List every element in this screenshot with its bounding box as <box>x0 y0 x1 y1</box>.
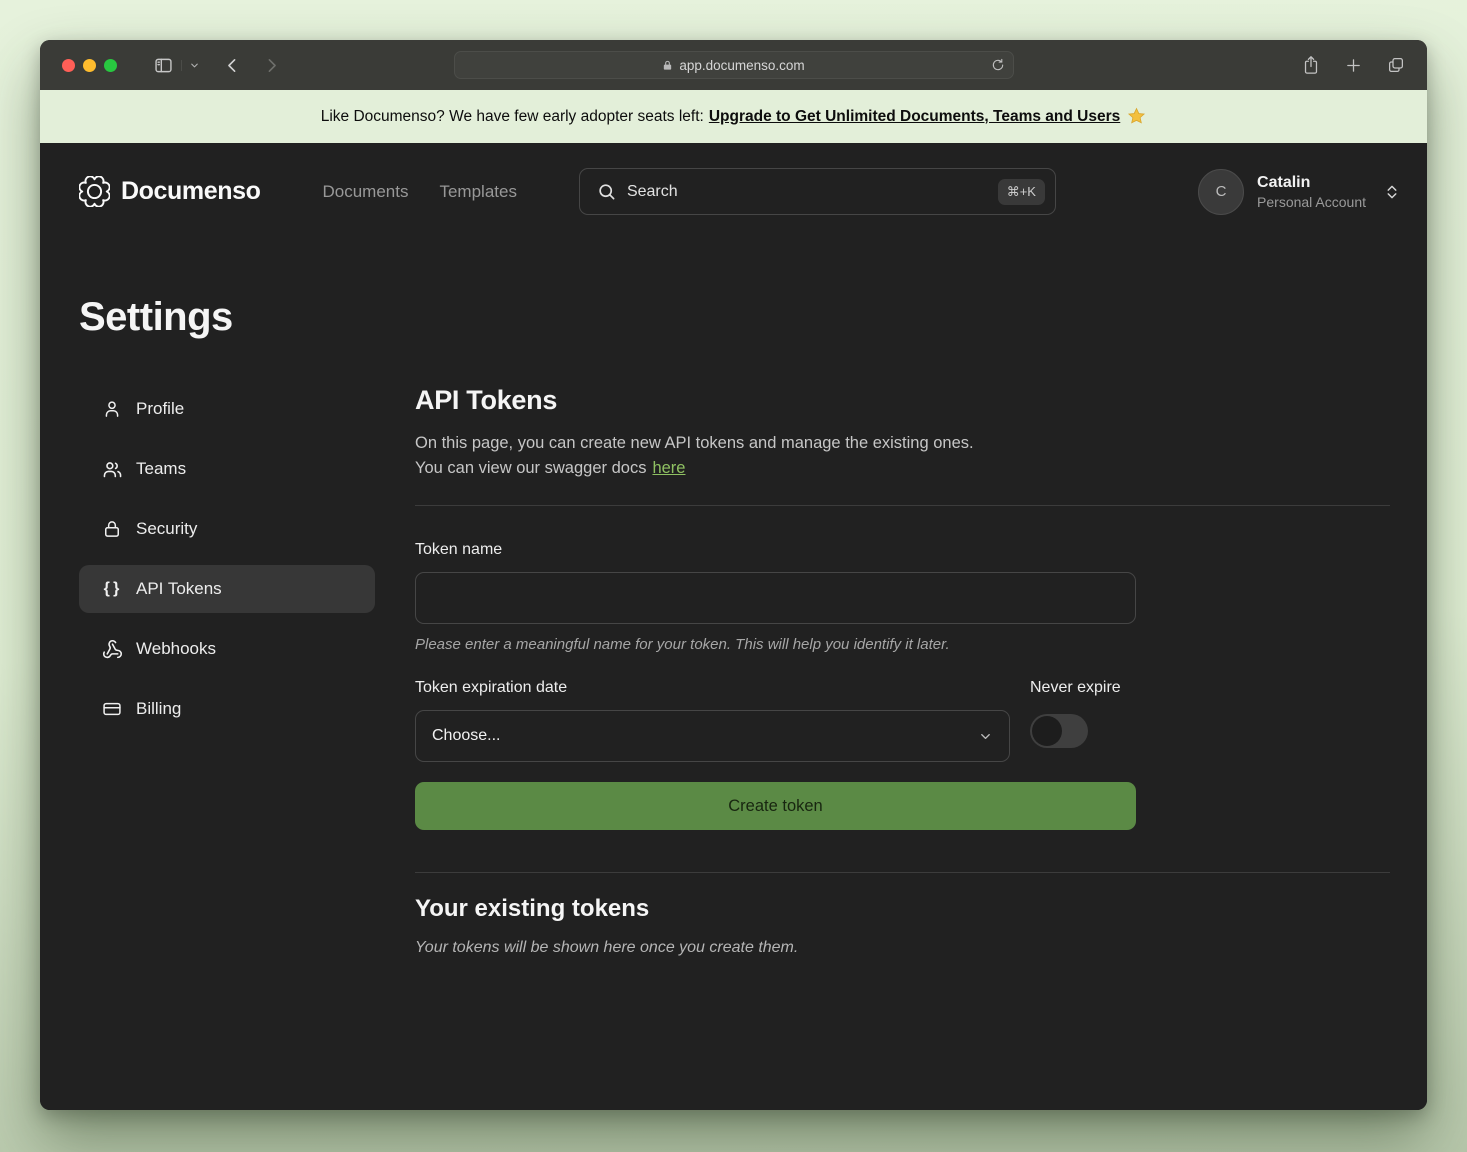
lock-icon <box>101 519 123 539</box>
sidebar-item-label: Security <box>136 519 197 539</box>
credit-card-icon <box>101 699 123 719</box>
panel-heading: API Tokens <box>415 385 1390 416</box>
api-tokens-panel: API Tokens On this page, you can create … <box>415 385 1390 957</box>
forward-button[interactable] <box>263 57 280 74</box>
account-menu[interactable]: C Catalin Personal Account <box>1198 169 1407 215</box>
star-icon <box>1127 107 1146 126</box>
avatar-initial: C <box>1216 183 1227 200</box>
sidebar-item-label: Billing <box>136 699 181 719</box>
sidebar-item-profile[interactable]: Profile <box>79 385 375 433</box>
back-button[interactable] <box>224 57 241 74</box>
section-divider <box>415 505 1390 506</box>
existing-tokens-divider <box>415 872 1390 873</box>
app-header: Documenso Documents Templates ⌘+K C Cata… <box>40 143 1427 240</box>
create-token-form: Token name Please enter a meaningful nam… <box>415 541 1136 830</box>
swagger-docs-link[interactable]: here <box>652 459 685 477</box>
expiration-label: Token expiration date <box>415 679 1010 697</box>
never-expire-field: Never expire <box>1030 679 1136 762</box>
sidebar-item-label: API Tokens <box>136 579 222 599</box>
search-icon <box>597 182 616 201</box>
padlock-icon <box>662 59 673 72</box>
sidebar-item-label: Webhooks <box>136 639 216 659</box>
existing-tokens-empty-text: Your tokens will be shown here once you … <box>415 939 1390 957</box>
documenso-logo-icon <box>79 176 110 207</box>
users-icon <box>101 459 123 480</box>
sidebar-item-security[interactable]: Security <box>79 505 375 553</box>
nav-templates[interactable]: Templates <box>439 182 516 202</box>
braces-icon: { } <box>101 580 123 598</box>
upgrade-link[interactable]: Upgrade to Get Unlimited Documents, Team… <box>709 108 1120 126</box>
sidebar-item-api-tokens[interactable]: { } API Tokens <box>79 565 375 613</box>
documenso-app: Documenso Documents Templates ⌘+K C Cata… <box>40 143 1427 1110</box>
avatar: C <box>1198 169 1244 215</box>
top-nav: Documents Templates <box>260 182 516 202</box>
chevrons-up-down-icon <box>1383 183 1401 201</box>
token-name-helper: Please enter a meaningful name for your … <box>415 636 1136 653</box>
brand-name: Documenso <box>121 177 260 206</box>
toggle-knob <box>1032 716 1062 746</box>
settings-page: Settings Profile Teams <box>40 295 1427 957</box>
user-icon <box>101 399 123 419</box>
minimize-window-button[interactable] <box>83 59 96 72</box>
existing-tokens-heading: Your existing tokens <box>415 895 1390 923</box>
create-token-button[interactable]: Create token <box>415 782 1136 830</box>
sidebar-item-teams[interactable]: Teams <box>79 445 375 493</box>
description-line1: On this page, you can create new API tok… <box>415 434 974 452</box>
description-line2: You can view our swagger docs <box>415 459 646 477</box>
share-icon[interactable] <box>1302 55 1320 75</box>
browser-toolbar: app.documenso.com <box>40 40 1427 90</box>
toolbar-right-buttons <box>1302 55 1405 75</box>
nav-documents[interactable]: Documents <box>322 182 408 202</box>
address-bar[interactable]: app.documenso.com <box>454 51 1014 79</box>
expiration-field: Token expiration date Choose... <box>415 679 1010 762</box>
browser-window: app.documenso.com Like Documenso? We hav… <box>40 40 1427 1110</box>
never-expire-toggle[interactable] <box>1030 714 1088 748</box>
panel-description: On this page, you can create new API tok… <box>415 431 1390 481</box>
expiration-row: Token expiration date Choose... Never ex… <box>415 679 1136 762</box>
sidebar-item-webhooks[interactable]: Webhooks <box>79 625 375 673</box>
sidebar-item-label: Profile <box>136 399 184 419</box>
expiration-selected-value: Choose... <box>432 727 500 745</box>
reload-icon[interactable] <box>991 58 1005 72</box>
settings-sidebar: Profile Teams Security <box>79 385 375 957</box>
token-name-label: Token name <box>415 541 1136 559</box>
account-type: Personal Account <box>1257 193 1366 211</box>
traffic-lights <box>62 59 117 72</box>
zoom-window-button[interactable] <box>104 59 117 72</box>
search-bar[interactable]: ⌘+K <box>579 168 1056 215</box>
search-shortcut-badge: ⌘+K <box>998 179 1045 205</box>
brand-logo[interactable]: Documenso <box>79 176 260 207</box>
close-window-button[interactable] <box>62 59 75 72</box>
sidebar-toggle-icon[interactable] <box>153 55 174 76</box>
never-expire-label: Never expire <box>1030 679 1136 697</box>
account-name: Catalin <box>1257 173 1366 193</box>
expiration-select[interactable]: Choose... <box>415 710 1010 762</box>
search-input[interactable] <box>627 183 998 201</box>
token-name-input[interactable] <box>415 572 1136 624</box>
tab-overview-icon[interactable] <box>1387 56 1405 74</box>
sidebar-item-label: Teams <box>136 459 186 479</box>
page-title: Settings <box>79 295 1390 340</box>
promo-banner: Like Documenso? We have few early adopte… <box>40 90 1427 143</box>
account-text: Catalin Personal Account <box>1257 173 1366 211</box>
chevron-down-icon <box>978 729 993 744</box>
sidebar-item-billing[interactable]: Billing <box>79 685 375 733</box>
promo-text: Like Documenso? We have few early adopte… <box>321 108 704 126</box>
chevron-down-icon[interactable] <box>181 60 200 71</box>
new-tab-icon[interactable] <box>1345 57 1362 74</box>
webhook-icon <box>101 639 123 660</box>
url-text: app.documenso.com <box>679 58 804 73</box>
